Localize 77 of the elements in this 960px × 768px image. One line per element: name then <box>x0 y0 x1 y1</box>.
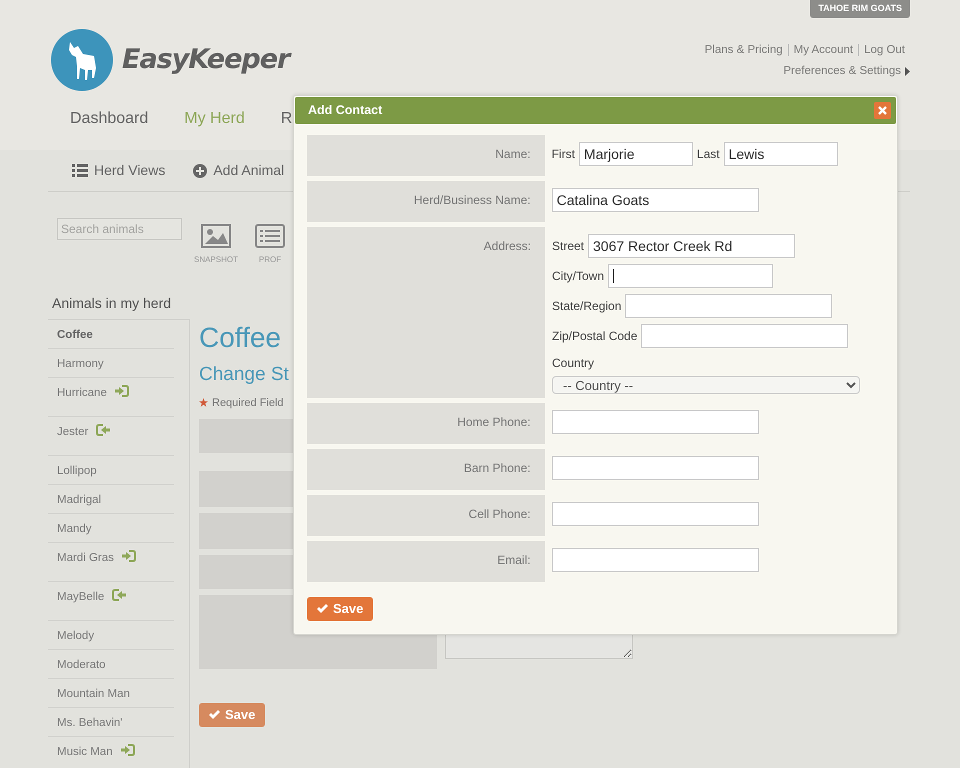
field-caption: City/Town <box>552 268 604 285</box>
text-field[interactable]: Lewis <box>724 142 838 166</box>
country-select[interactable]: -- Country -- <box>552 376 860 394</box>
field-caption: State/Region <box>552 298 622 315</box>
check-icon <box>209 710 220 720</box>
text-field[interactable]: Catalina Goats <box>552 188 759 212</box>
field-caption: First <box>552 146 575 163</box>
sidebar-item[interactable]: Mountain Man <box>48 679 174 708</box>
sidebar-item[interactable]: Coffee <box>48 320 174 349</box>
sidebar-item[interactable]: Mardi Gras <box>48 543 174 582</box>
sidebar-title: Animals in my herd <box>52 294 172 313</box>
text-field[interactable] <box>608 264 774 288</box>
required-note: Required Field <box>212 396 284 410</box>
plus-icon <box>193 164 208 178</box>
text-field[interactable] <box>552 502 759 526</box>
header-link[interactable]: Plans & Pricing <box>700 44 788 56</box>
logo-icon[interactable] <box>50 28 114 92</box>
header-link[interactable]: Log Out <box>858 44 910 56</box>
save-button[interactable]: Save <box>199 703 266 726</box>
arrow-right-icon <box>120 744 135 756</box>
dialog-title: Add Contact <box>308 102 382 120</box>
account-badge: TAHOE RIM GOATS <box>810 0 910 18</box>
preferences-link[interactable]: Preferences & Settings <box>783 62 901 80</box>
field-label: Address: <box>484 239 531 253</box>
text-field[interactable] <box>552 456 759 480</box>
arrow-right-icon <box>114 385 129 397</box>
arrow-left-icon <box>112 589 126 601</box>
field-caption: Last <box>696 146 720 163</box>
sidebar-item[interactable]: Jester <box>48 417 174 456</box>
nav-tab[interactable]: R <box>280 107 292 131</box>
field-label: Home Phone: <box>457 415 531 429</box>
sidebar-item[interactable]: Hurricane <box>48 378 174 417</box>
header-link[interactable]: My Account <box>788 44 858 56</box>
sidebar-item[interactable]: Ms. Behavin' <box>48 708 174 737</box>
sidebar-item[interactable]: Moderato <box>48 650 174 679</box>
star-icon <box>199 398 208 408</box>
arrow-right-icon <box>122 550 136 562</box>
text-field[interactable] <box>552 548 759 572</box>
page-title: Coffee <box>199 321 281 355</box>
sidebar-item[interactable]: Mandy <box>48 514 174 543</box>
image-icon <box>201 224 231 248</box>
search-field[interactable]: Search animals <box>57 218 182 240</box>
check-icon <box>317 604 328 614</box>
view-link[interactable]: SNAPSHOT <box>192 224 240 288</box>
field-label: Cell Phone: <box>468 507 531 521</box>
field-caption: Street <box>552 238 584 255</box>
field-label: Herd/Business Name: <box>414 193 531 207</box>
field-caption: Zip/Postal Code <box>552 328 638 345</box>
subnav-link[interactable]: Add Animal <box>193 160 284 181</box>
close-button[interactable] <box>874 102 891 119</box>
text-field[interactable] <box>625 294 832 318</box>
nav-tab[interactable]: My Herd <box>184 107 245 131</box>
save-button[interactable]: Save <box>307 597 374 620</box>
list-icon <box>72 164 88 177</box>
list-icon <box>255 224 285 248</box>
field-label: Barn Phone: <box>464 461 531 475</box>
text-field[interactable] <box>552 410 759 434</box>
logo-wordmark[interactable]: EasyKeeper <box>122 40 290 80</box>
close-icon <box>878 106 887 115</box>
sidebar-item[interactable]: Music Man <box>48 737 174 768</box>
field-caption: Country <box>552 355 596 372</box>
text-field[interactable]: Marjorie <box>578 142 693 166</box>
nav-tab[interactable]: Dashboard <box>70 107 148 131</box>
sidebar-item[interactable]: Lollipop <box>48 456 174 485</box>
sidebar-item[interactable]: MayBelle <box>48 582 174 621</box>
view-link[interactable]: PROF <box>246 224 294 288</box>
sidebar-item[interactable]: Harmony <box>48 349 174 378</box>
caret-icon <box>905 66 910 76</box>
sidebar-item[interactable]: Melody <box>48 621 174 650</box>
field-label: Email: <box>497 553 531 567</box>
text-field[interactable] <box>641 324 848 348</box>
text-field[interactable]: 3067 Rector Creek Rd <box>588 234 796 258</box>
field-label: Name: <box>495 147 531 161</box>
subnav-link[interactable]: Herd Views <box>72 160 166 181</box>
arrow-left-icon <box>96 424 110 436</box>
section-title: Change St <box>199 363 289 387</box>
sidebar-item[interactable]: Madrigal <box>48 485 174 514</box>
